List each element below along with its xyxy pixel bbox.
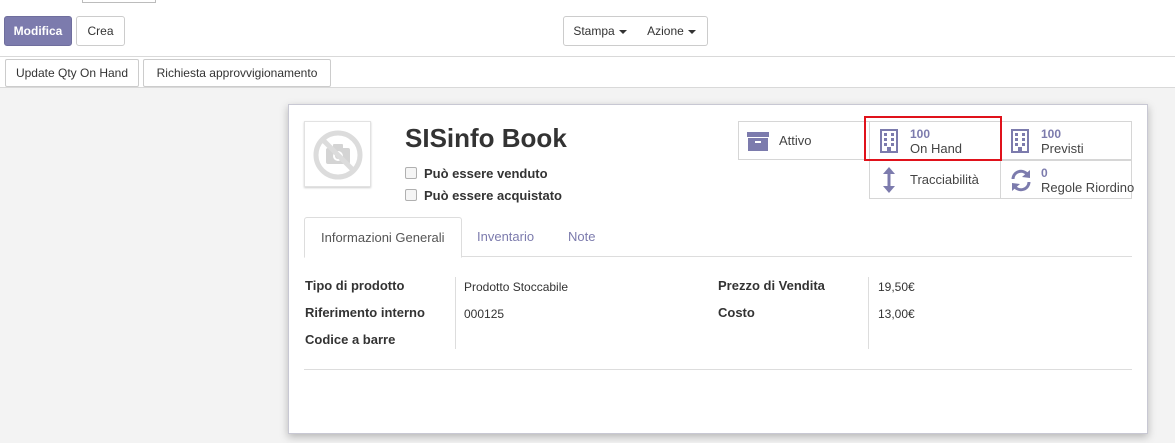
arrows-vertical-icon [883,167,895,193]
breadcrumb-fragment [82,0,156,3]
active-label: Attivo [779,133,812,148]
can-be-sold-row: Può essere venduto [405,165,548,181]
can-be-sold-checkbox[interactable] [405,167,417,179]
can-be-purchased-label: Può essere acquistato [424,187,562,203]
cost-label: Costo [718,305,755,320]
can-be-purchased-checkbox[interactable] [405,189,417,201]
product-image[interactable] [304,121,371,187]
tab-general-info[interactable]: Informazioni Generali [304,217,462,258]
cost-value[interactable]: 13,00€ [878,307,915,321]
traceability-button[interactable]: Tracciabilità [869,160,1001,199]
field-divider [455,277,456,349]
reorder-rules-value: 0 [1041,166,1048,180]
internal-reference-label: Riferimento interno [305,305,425,320]
tab-notes[interactable]: Note [552,217,611,257]
action-label: Azione [647,24,684,38]
form-statusbar: Update Qty On Hand Richiesta approvvigio… [0,57,1175,88]
building-icon [1011,129,1029,153]
product-type-label: Tipo di prodotto [305,278,405,293]
chevron-down-icon [687,29,696,34]
form-divider [304,369,1132,370]
forecast-button[interactable]: 100 Previsti [1000,121,1132,160]
field-divider [868,277,869,349]
tab-inventory[interactable]: Inventario [461,217,550,257]
chevron-down-icon [618,29,627,34]
action-dropdown[interactable]: Azione [636,16,708,46]
product-type-value[interactable]: Prodotto Stoccabile [464,280,568,294]
traceability-label: Tracciabilità [910,172,979,187]
sale-price-value[interactable]: 19,50€ [878,280,915,294]
barcode-label: Codice a barre [305,332,396,347]
can-be-purchased-row: Può essere acquistato [405,187,562,203]
create-button[interactable]: Crea [76,16,125,46]
highlight-box [864,116,1002,161]
print-dropdown[interactable]: Stampa [563,16,637,46]
archive-icon [747,132,769,151]
edit-button[interactable]: Modifica [4,16,72,46]
procurement-request-button[interactable]: Richiesta approvvigionamento [143,59,331,87]
sale-price-label: Prezzo di Vendita [718,278,825,293]
can-be-sold-label: Può essere venduto [424,165,548,181]
refresh-icon [1011,169,1031,192]
camera-off-icon [313,130,363,180]
reorder-rules-button[interactable]: 0 Regole Riordino [1000,160,1135,199]
control-panel: Modifica Crea Stampa Azione [0,0,1175,57]
print-label: Stampa [573,24,615,38]
internal-reference-value[interactable]: 000125 [464,307,504,321]
forecast-value: 100 [1041,127,1062,141]
update-qty-button[interactable]: Update Qty On Hand [5,59,139,87]
active-toggle-button[interactable]: Attivo [738,121,870,160]
forecast-label: Previsti [1041,141,1084,156]
product-name[interactable]: SISinfo Book [405,123,567,154]
reorder-rules-label: Regole Riordino [1041,180,1135,195]
notebook-tabs: Informazioni Generali Inventario Note [304,217,1132,258]
